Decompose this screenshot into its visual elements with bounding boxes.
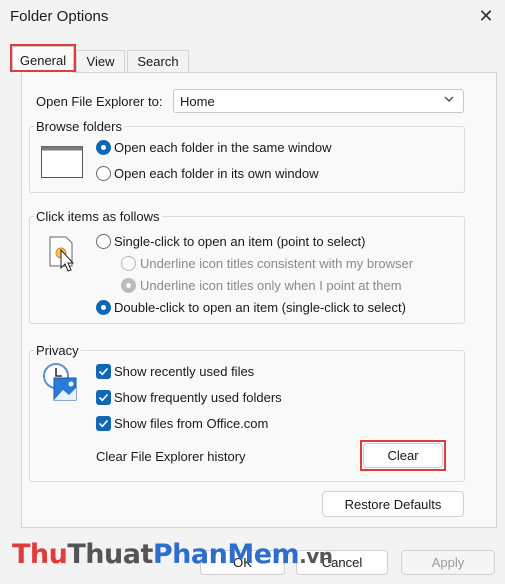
radio-double-click-label[interactable]: Double-click to open an item (single-cli… <box>114 300 406 315</box>
restore-defaults-label: Restore Defaults <box>344 496 442 512</box>
close-icon: ✕ <box>478 5 494 26</box>
checkbox-office-files-label[interactable]: Show files from Office.com <box>114 416 268 431</box>
browse-folders-group <box>29 126 465 193</box>
radio-double-click[interactable] <box>96 300 111 315</box>
checkbox-frequent-folders[interactable] <box>96 390 111 405</box>
click-items-title: Click items as follows <box>34 209 162 224</box>
radio-single-click-label[interactable]: Single-click to open an item (point to s… <box>114 234 365 249</box>
restore-defaults-button[interactable]: Restore Defaults <box>322 491 464 517</box>
open-explorer-value: Home <box>180 93 215 109</box>
tab-search-label: Search <box>137 54 179 69</box>
watermark-logo: ThuThuatPhanMem.vn <box>12 539 333 570</box>
radio-same-window[interactable] <box>96 140 111 155</box>
radio-single-click[interactable] <box>96 234 111 249</box>
tab-view-label: View <box>86 54 115 69</box>
chevron-down-icon <box>443 93 455 108</box>
watermark-part4: .vn <box>299 544 333 568</box>
checkbox-recent-files[interactable] <box>96 364 111 379</box>
watermark-part1: Thu <box>12 539 68 570</box>
apply-button: Apply <box>401 550 495 575</box>
radio-own-window-label[interactable]: Open each folder in its own window <box>114 166 319 181</box>
privacy-history-icon <box>42 362 84 402</box>
checkbox-office-files[interactable] <box>96 416 111 431</box>
close-button[interactable]: ✕ <box>472 4 500 28</box>
tab-general-highlight <box>10 44 76 72</box>
window-title: Folder Options <box>10 8 109 25</box>
tab-search[interactable]: Search <box>127 50 189 72</box>
radio-same-window-label[interactable]: Open each folder in the same window <box>114 140 332 155</box>
radio-underline-consistent <box>121 256 136 271</box>
clear-button-highlight <box>360 440 446 471</box>
pointer-file-icon <box>48 236 78 272</box>
clear-history-label: Clear File Explorer history <box>96 449 246 464</box>
window-icon <box>41 146 83 178</box>
radio-own-window[interactable] <box>96 166 111 181</box>
open-explorer-label: Open File Explorer to: <box>36 94 163 109</box>
apply-button-label: Apply <box>431 555 465 570</box>
open-explorer-select[interactable]: Home <box>173 89 464 113</box>
browse-folders-title: Browse folders <box>34 119 124 134</box>
watermark-part3: PhanMem <box>152 539 300 570</box>
privacy-title: Privacy <box>34 343 81 358</box>
checkbox-recent-files-label[interactable]: Show recently used files <box>114 364 254 379</box>
watermark-part2: Thuat <box>67 539 153 570</box>
tab-view[interactable]: View <box>76 50 125 72</box>
radio-underline-point-label: Underline icon titles only when I point … <box>140 278 402 293</box>
radio-underline-consistent-label: Underline icon titles consistent with my… <box>140 256 414 271</box>
checkbox-frequent-folders-label[interactable]: Show frequently used folders <box>114 390 282 405</box>
radio-underline-point <box>121 278 136 293</box>
